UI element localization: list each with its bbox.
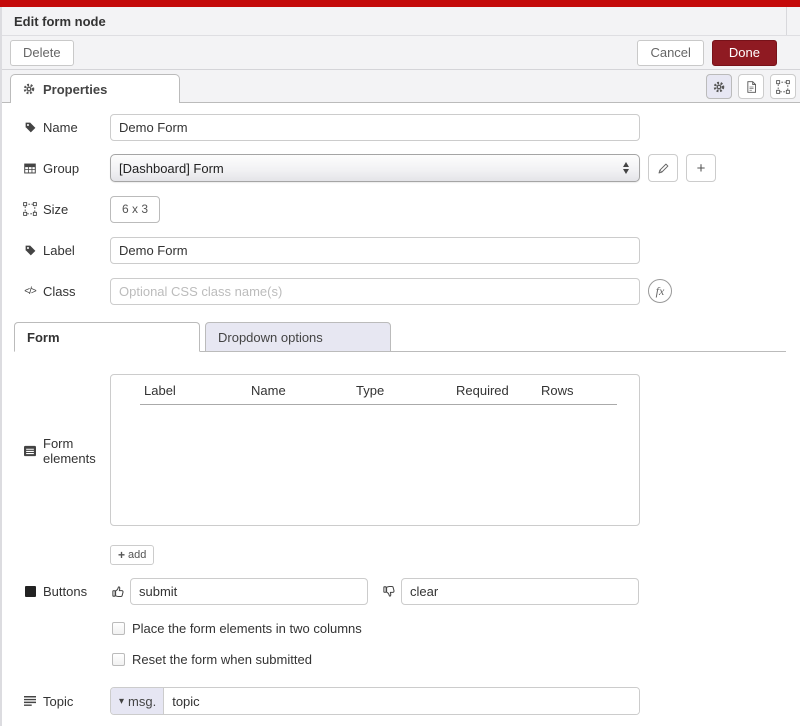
label-label: Label xyxy=(22,243,110,258)
tab-dropdown-options[interactable]: Dropdown options xyxy=(205,322,391,352)
name-label: Name xyxy=(22,120,110,135)
cancel-button[interactable]: Cancel xyxy=(637,40,703,66)
square-icon xyxy=(22,586,38,597)
buttons-label: Buttons xyxy=(22,584,110,599)
form-elements-icon xyxy=(22,445,38,457)
topic-label: Topic xyxy=(22,694,110,709)
form-elements-label: Form elements xyxy=(22,436,110,466)
topic-type-label: msg. xyxy=(128,694,156,709)
class-input[interactable] xyxy=(110,278,640,305)
delete-button[interactable]: Delete xyxy=(10,40,74,66)
pencil-icon xyxy=(655,162,671,175)
thumbs-up-icon xyxy=(110,584,126,599)
group-select[interactable]: [Dashboard] Form xyxy=(110,154,640,182)
properties-view-button[interactable] xyxy=(706,74,732,99)
tab-form[interactable]: Form xyxy=(14,322,200,352)
clear-button-input[interactable] xyxy=(401,578,639,605)
column-name: Name xyxy=(251,383,356,398)
form-elements-table: Label Name Type Required Rows xyxy=(110,374,640,526)
form-subtabs: Form Dropdown options xyxy=(14,321,786,352)
action-toolbar: Delete Cancel Done xyxy=(0,36,800,70)
column-rows: Rows xyxy=(541,383,574,398)
tag-icon xyxy=(22,121,38,134)
plus-icon: + xyxy=(693,160,709,177)
tray-accent-bar xyxy=(0,0,800,7)
name-input[interactable] xyxy=(110,114,640,141)
tab-properties[interactable]: Properties xyxy=(10,74,180,103)
column-label: Label xyxy=(144,383,251,398)
reset-option[interactable]: Reset the form when submitted xyxy=(112,652,800,667)
tab-properties-label: Properties xyxy=(43,82,107,97)
edit-group-button[interactable] xyxy=(648,154,678,182)
form-elements-header: Label Name Type Required Rows xyxy=(111,375,639,404)
submit-button-input[interactable] xyxy=(130,578,368,605)
topic-type-button[interactable]: ▾ msg. xyxy=(111,688,164,714)
tab-icon-buttons xyxy=(706,74,796,99)
two-columns-label: Place the form elements in two columns xyxy=(132,621,362,636)
plus-icon: + xyxy=(118,548,125,562)
buttons-row: Buttons xyxy=(22,577,800,605)
caret-down-icon: ▾ xyxy=(119,696,124,707)
document-icon xyxy=(743,80,759,94)
add-element-button[interactable]: +add xyxy=(110,545,154,565)
properties-form: Name Group [Dashboard] Form + xyxy=(0,103,800,726)
tasks-icon xyxy=(22,695,38,707)
size-row: Size 6 x 3 xyxy=(22,195,800,223)
gear-icon xyxy=(711,80,727,94)
table-icon xyxy=(22,162,38,175)
form-elements-body[interactable] xyxy=(111,405,639,515)
tag-icon xyxy=(22,244,38,257)
group-select-value: [Dashboard] Form xyxy=(119,161,623,176)
topic-typedinput: ▾ msg. xyxy=(110,687,640,715)
form-elements-row: Form elements Label Name Type Required R… xyxy=(22,374,800,526)
editor-tabbar: Properties xyxy=(0,70,800,103)
appearance-view-button[interactable] xyxy=(770,74,796,99)
reset-checkbox[interactable] xyxy=(112,653,125,666)
object-group-icon xyxy=(775,80,791,94)
label-input[interactable] xyxy=(110,237,640,264)
dialog-title: Edit form node xyxy=(14,14,106,29)
object-group-icon xyxy=(22,202,38,216)
add-group-button[interactable]: + xyxy=(686,154,716,182)
topic-input[interactable] xyxy=(164,688,639,714)
label-row: Label xyxy=(22,236,800,264)
reset-label: Reset the form when submitted xyxy=(132,652,312,667)
fx-icon: fx xyxy=(648,279,672,303)
code-icon: </> xyxy=(22,286,38,297)
done-button[interactable]: Done xyxy=(712,40,777,66)
select-arrows-icon xyxy=(623,162,631,174)
name-row: Name xyxy=(22,113,800,141)
two-columns-checkbox[interactable] xyxy=(112,622,125,635)
description-view-button[interactable] xyxy=(738,74,764,99)
group-row: Group [Dashboard] Form + xyxy=(22,154,800,182)
two-columns-option[interactable]: Place the form elements in two columns xyxy=(112,621,800,636)
gear-icon xyxy=(21,82,37,96)
column-type: Type xyxy=(356,383,456,398)
topic-row: Topic ▾ msg. xyxy=(22,687,800,715)
thumbs-down-icon xyxy=(381,584,397,599)
column-required: Required xyxy=(456,383,541,398)
size-button[interactable]: 6 x 3 xyxy=(110,196,160,223)
dialog-titlebar: Edit form node xyxy=(0,7,800,36)
class-label: </> Class xyxy=(22,284,110,299)
group-label: Group xyxy=(22,161,110,176)
class-row: </> Class fx xyxy=(22,277,800,305)
size-label: Size xyxy=(22,202,110,217)
